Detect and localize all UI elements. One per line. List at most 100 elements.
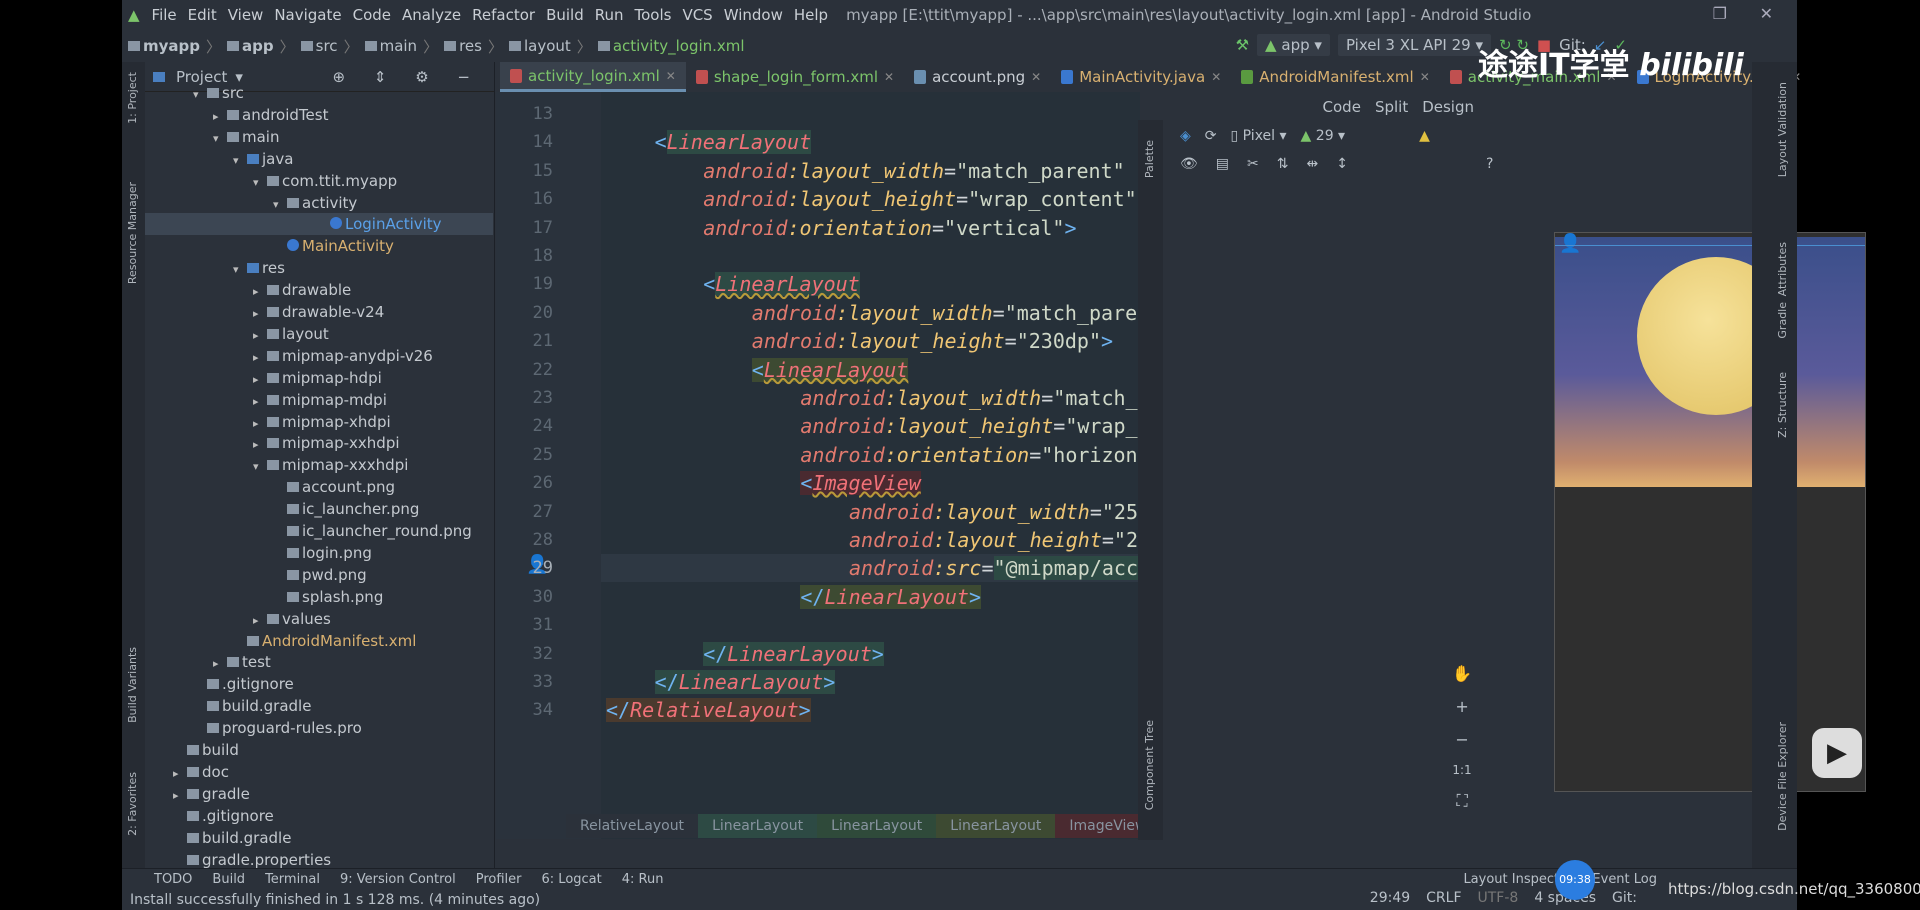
expand-arrow-icon[interactable]: ▸	[253, 303, 267, 325]
build-variants-button[interactable]: Build Variants	[126, 647, 139, 723]
expand-arrow-icon[interactable]: ▸	[253, 413, 267, 435]
toolwindow-todo[interactable]: TODO	[154, 872, 192, 887]
tree-item[interactable]: login.png	[273, 542, 372, 564]
code-line[interactable]: </RelativeLayout>	[606, 696, 811, 724]
tree-item[interactable]: build.gradle	[193, 695, 311, 717]
breadcrumb-item[interactable]: src	[300, 37, 338, 55]
tree-item[interactable]: ▾ com.ttit.myapp	[253, 170, 397, 192]
expand-arrow-icon[interactable]: ▸	[173, 785, 187, 807]
close-icon[interactable]: ✕	[1760, 4, 1773, 23]
menu-navigate[interactable]: Navigate	[274, 6, 341, 24]
code-line[interactable]: android:layout_height="230dp">	[752, 327, 1113, 355]
expand-arrow-icon[interactable]: ▸	[213, 653, 227, 675]
menu-edit[interactable]: Edit	[188, 6, 217, 24]
favorites-button[interactable]: 2: Favorites	[126, 772, 139, 836]
breadcrumb-item[interactable]: main	[364, 37, 417, 55]
tree-item[interactable]: ▸ gradle	[173, 783, 250, 805]
expand-arrow-icon[interactable]: ▸	[253, 391, 267, 413]
code-line[interactable]: <LinearLayout	[751, 356, 909, 384]
menu-analyze[interactable]: Analyze	[402, 6, 461, 24]
breadcrumb-item[interactable]: layout	[508, 37, 571, 55]
pack-vertical-icon[interactable]: ↕	[1336, 156, 1348, 172]
editor-breadcrumb-item[interactable]: LinearLayout	[698, 814, 818, 838]
tree-item[interactable]: .gitignore	[193, 673, 294, 695]
menu-vcs[interactable]: VCS	[682, 6, 712, 24]
toolwindow-terminal[interactable]: Terminal	[265, 872, 320, 887]
layout-validation-button[interactable]: Layout Validation	[1776, 82, 1789, 177]
tree-item[interactable]: ▾ activity	[273, 192, 357, 214]
tree-item[interactable]: ▸ mipmap-hdpi	[253, 367, 382, 389]
orientation-icon[interactable]: ⟳	[1205, 128, 1217, 144]
code-line[interactable]: android:layout_height="wrap_content"	[703, 185, 1137, 213]
eye-icon[interactable]: 👁	[1180, 156, 1198, 172]
code-line[interactable]: <LinearLayout	[655, 128, 812, 156]
component-tree-button[interactable]: Component Tree	[1143, 720, 1156, 810]
mode-split-button[interactable]: Split	[1375, 98, 1408, 116]
tree-item[interactable]: ▸ values	[253, 608, 331, 630]
breadcrumb-item[interactable]: app	[227, 37, 274, 55]
tab-account-png[interactable]: account.png ✕	[904, 62, 1051, 92]
warning-icon[interactable]: ▲	[1419, 128, 1430, 144]
mode-code-button[interactable]: Code	[1323, 98, 1361, 116]
zoom-out-icon[interactable]: −	[1455, 730, 1468, 749]
menu-build[interactable]: Build	[546, 6, 584, 24]
menu-view[interactable]: View	[228, 6, 264, 24]
play-button-icon[interactable]: ▶	[1812, 728, 1862, 778]
expand-arrow-icon[interactable]: ▸	[253, 325, 267, 347]
toolwindow-logcat[interactable]: 6: Logcat	[542, 872, 602, 887]
blueprint-icon[interactable]: ▤	[1216, 156, 1229, 172]
close-tab-icon[interactable]: ✕	[884, 70, 894, 84]
pack-horizontal-icon[interactable]: ⇹	[1306, 156, 1318, 172]
code-line[interactable]: </LinearLayout>	[703, 640, 884, 668]
expand-arrow-icon[interactable]: ▸	[253, 281, 267, 303]
menu-window[interactable]: Window	[724, 6, 783, 24]
expand-arrow-icon[interactable]: ▾	[253, 456, 267, 478]
caret-position[interactable]: 29:49	[1370, 890, 1410, 906]
tree-item[interactable]: ▾ src	[193, 82, 244, 104]
tree-item[interactable]: pwd.png	[273, 564, 367, 586]
tree-item[interactable]: ▸ drawable	[253, 279, 351, 301]
toolwindow-build[interactable]: Build	[212, 872, 245, 887]
tree-item[interactable]: AndroidManifest.xml	[233, 630, 416, 652]
tab-mainactivity-java[interactable]: MainActivity.java ✕	[1051, 62, 1231, 92]
file-encoding[interactable]: UTF-8	[1478, 890, 1519, 906]
margin-icon[interactable]: ⇅	[1277, 156, 1289, 172]
tree-item[interactable]: ▸ test	[213, 651, 271, 673]
help-icon[interactable]: ?	[1486, 156, 1493, 172]
code-line[interactable]: </LinearLayout>	[654, 668, 836, 696]
expand-arrow-icon[interactable]: ▸	[253, 434, 267, 456]
tree-item[interactable]: ▸ mipmap-xhdpi	[253, 411, 391, 433]
tree-item[interactable]: ▾ main	[213, 126, 279, 148]
close-tab-icon[interactable]: ✕	[1031, 70, 1041, 84]
breadcrumb-item[interactable]: activity_login.xml	[597, 37, 745, 55]
tree-item[interactable]: build	[173, 739, 239, 761]
line-separator[interactable]: CRLF	[1426, 890, 1461, 906]
mode-design-button[interactable]: Design	[1422, 98, 1474, 116]
tab-activity-login-xml[interactable]: activity_login.xml ✕	[500, 62, 686, 92]
menu-file[interactable]: File	[152, 6, 177, 24]
tree-item[interactable]: ▸ androidTest	[213, 104, 328, 126]
menu-code[interactable]: Code	[353, 6, 391, 24]
expand-arrow-icon[interactable]: ▾	[233, 259, 247, 281]
expand-arrow-icon[interactable]: ▾	[273, 194, 287, 216]
tree-item[interactable]: ▾ res	[233, 257, 285, 279]
tab-shape-login-form-xml[interactable]: shape_login_form.xml ✕	[686, 62, 904, 92]
layout-preview[interactable]: 👤	[1554, 232, 1866, 792]
code-line[interactable]: android:layout_width="25dp"	[849, 498, 1174, 526]
panel-actions-icons[interactable]: ⊕ ⇕ ⚙ −	[333, 68, 482, 86]
palette-button[interactable]: Palette	[1143, 140, 1156, 178]
editor-breadcrumb-item[interactable]: LinearLayout	[936, 814, 1056, 838]
expand-arrow-icon[interactable]: ▾	[253, 172, 267, 194]
pan-hand-icon[interactable]: ✋	[1452, 664, 1472, 683]
tree-item[interactable]: ic_launcher.png	[273, 498, 419, 520]
code-line[interactable]: <LinearLayout	[703, 270, 860, 298]
menu-run[interactable]: Run	[595, 6, 624, 24]
tree-item[interactable]: ▾ mipmap-xxxhdpi	[253, 454, 408, 476]
device-select[interactable]: ▯ Pixel ▾	[1231, 128, 1287, 144]
tree-item[interactable]: ▸ mipmap-xxhdpi	[253, 432, 400, 454]
toolwindow-profiler[interactable]: Profiler	[476, 872, 522, 887]
code-line[interactable]: <ImageView	[800, 469, 921, 497]
attributes-button[interactable]: Attributes	[1776, 242, 1789, 296]
build-hammer-icon[interactable]: ⚒	[1236, 36, 1249, 54]
expand-arrow-icon[interactable]: ▸	[253, 347, 267, 369]
